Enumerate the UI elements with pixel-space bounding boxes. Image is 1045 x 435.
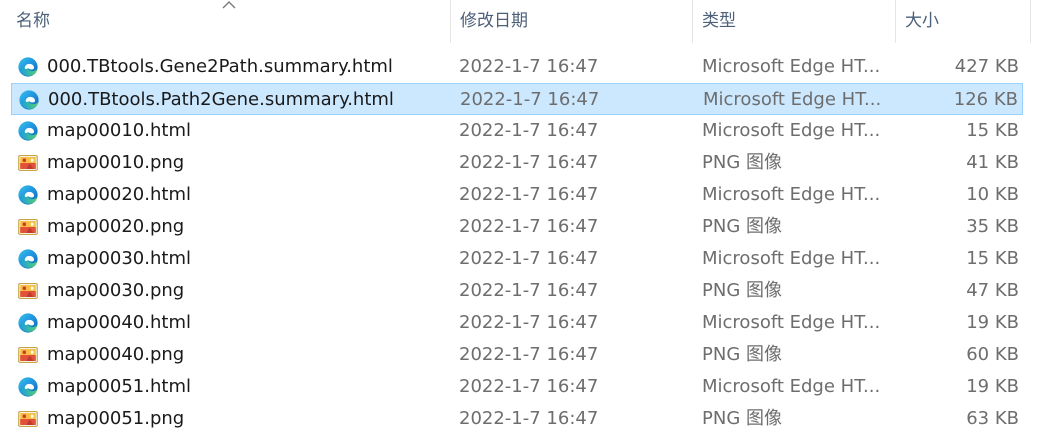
- file-size: 63 KB: [966, 408, 1019, 429]
- file-name[interactable]: map00040.png: [47, 339, 184, 371]
- file-row[interactable]: 000.TBtools.Path2Gene.summary.html 2022-1…: [11, 83, 1023, 115]
- edge-icon: [17, 56, 39, 78]
- column-divider[interactable]: [1030, 0, 1031, 43]
- file-size: 60 KB: [966, 344, 1019, 365]
- file-date-modified: 2022-1-7 16:47: [459, 152, 599, 173]
- column-header: 名称 修改日期 类型 大小: [0, 0, 1045, 43]
- file-name[interactable]: map00051.png: [47, 403, 184, 435]
- file-date-modified: 2022-1-7 16:47: [459, 408, 599, 429]
- file-row[interactable]: map00010.html 2022-1-7 16:47 Microsoft Edg…: [11, 115, 1023, 147]
- edge-icon: [17, 248, 39, 270]
- file-type: PNG 图像: [702, 152, 782, 173]
- file-name[interactable]: map00051.html: [47, 371, 191, 403]
- file-size: 10 KB: [966, 184, 1019, 205]
- file-size: 19 KB: [966, 312, 1019, 333]
- file-size: 19 KB: [966, 376, 1019, 397]
- file-date-modified: 2022-1-7 16:47: [459, 280, 599, 301]
- file-row[interactable]: map00051.html 2022-1-7 16:47 Microsoft Edg…: [11, 371, 1023, 403]
- file-date-modified: 2022-1-7 16:47: [459, 312, 599, 333]
- file-name[interactable]: map00020.html: [47, 179, 191, 211]
- file-row[interactable]: map00030.html 2022-1-7 16:47 Microsoft Edg…: [11, 243, 1023, 275]
- file-size: 15 KB: [966, 120, 1019, 141]
- file-size: 35 KB: [966, 216, 1019, 237]
- file-type: PNG 图像: [702, 216, 782, 237]
- column-header-type[interactable]: 类型: [694, 0, 894, 43]
- file-size: 15 KB: [966, 248, 1019, 269]
- file-row[interactable]: 000.TBtools.Gene2Path.summary.html 2022-1…: [11, 51, 1023, 83]
- file-row[interactable]: map00051.png 2022-1-7 16:47 PNG 图像 63 KB: [11, 403, 1023, 435]
- column-header-name[interactable]: 名称: [8, 0, 448, 43]
- file-type: Microsoft Edge HT...: [702, 56, 881, 77]
- file-size: 41 KB: [966, 152, 1019, 173]
- edge-icon: [17, 120, 39, 142]
- file-date-modified: 2022-1-7 16:47: [459, 376, 599, 397]
- file-type: Microsoft Edge HT...: [702, 184, 881, 205]
- column-header-date-modified[interactable]: 修改日期: [452, 0, 692, 43]
- file-row[interactable]: map00030.png 2022-1-7 16:47 PNG 图像 47 KB: [11, 275, 1023, 307]
- file-type: Microsoft Edge HT...: [702, 312, 881, 333]
- png-image-icon: [17, 408, 39, 430]
- file-name[interactable]: map00010.html: [47, 115, 191, 147]
- column-header-size[interactable]: 大小: [897, 0, 1030, 43]
- file-date-modified: 2022-1-7 16:47: [460, 89, 600, 110]
- file-row[interactable]: map00020.png 2022-1-7 16:47 PNG 图像 35 KB: [11, 211, 1023, 243]
- png-image-icon: [17, 344, 39, 366]
- png-image-icon: [17, 152, 39, 174]
- file-name[interactable]: map00040.html: [47, 307, 191, 339]
- file-type: PNG 图像: [702, 408, 782, 429]
- file-date-modified: 2022-1-7 16:47: [459, 216, 599, 237]
- file-row[interactable]: map00040.png 2022-1-7 16:47 PNG 图像 60 KB: [11, 339, 1023, 371]
- file-row[interactable]: map00020.html 2022-1-7 16:47 Microsoft Edg…: [11, 179, 1023, 211]
- edge-icon: [17, 312, 39, 334]
- file-type: PNG 图像: [702, 344, 782, 365]
- edge-icon: [17, 376, 39, 398]
- column-divider[interactable]: [895, 0, 896, 43]
- file-name[interactable]: 000.TBtools.Gene2Path.summary.html: [47, 51, 393, 83]
- file-date-modified: 2022-1-7 16:47: [459, 248, 599, 269]
- file-size: 47 KB: [966, 280, 1019, 301]
- file-date-modified: 2022-1-7 16:47: [459, 344, 599, 365]
- file-name[interactable]: map00020.png: [47, 211, 184, 243]
- file-type: Microsoft Edge HT...: [702, 120, 881, 141]
- file-date-modified: 2022-1-7 16:47: [459, 56, 599, 77]
- edge-icon: [18, 89, 40, 111]
- file-row[interactable]: map00010.png 2022-1-7 16:47 PNG 图像 41 KB: [11, 147, 1023, 179]
- file-type: Microsoft Edge HT...: [702, 376, 881, 397]
- file-type: Microsoft Edge HT...: [703, 89, 882, 110]
- file-date-modified: 2022-1-7 16:47: [459, 120, 599, 141]
- column-divider[interactable]: [692, 0, 693, 43]
- file-type: PNG 图像: [702, 280, 782, 301]
- column-divider[interactable]: [450, 0, 451, 43]
- png-image-icon: [17, 280, 39, 302]
- file-name[interactable]: map00030.html: [47, 243, 191, 275]
- edge-icon: [17, 184, 39, 206]
- file-name[interactable]: map00030.png: [47, 275, 184, 307]
- file-size: 427 KB: [954, 56, 1019, 77]
- file-name[interactable]: 000.TBtools.Path2Gene.summary.html: [48, 84, 394, 116]
- file-row[interactable]: map00040.html 2022-1-7 16:47 Microsoft Edg…: [11, 307, 1023, 339]
- png-image-icon: [17, 216, 39, 238]
- file-size: 126 KB: [953, 89, 1018, 110]
- file-date-modified: 2022-1-7 16:47: [459, 184, 599, 205]
- file-type: Microsoft Edge HT...: [702, 248, 881, 269]
- file-name[interactable]: map00010.png: [47, 147, 184, 179]
